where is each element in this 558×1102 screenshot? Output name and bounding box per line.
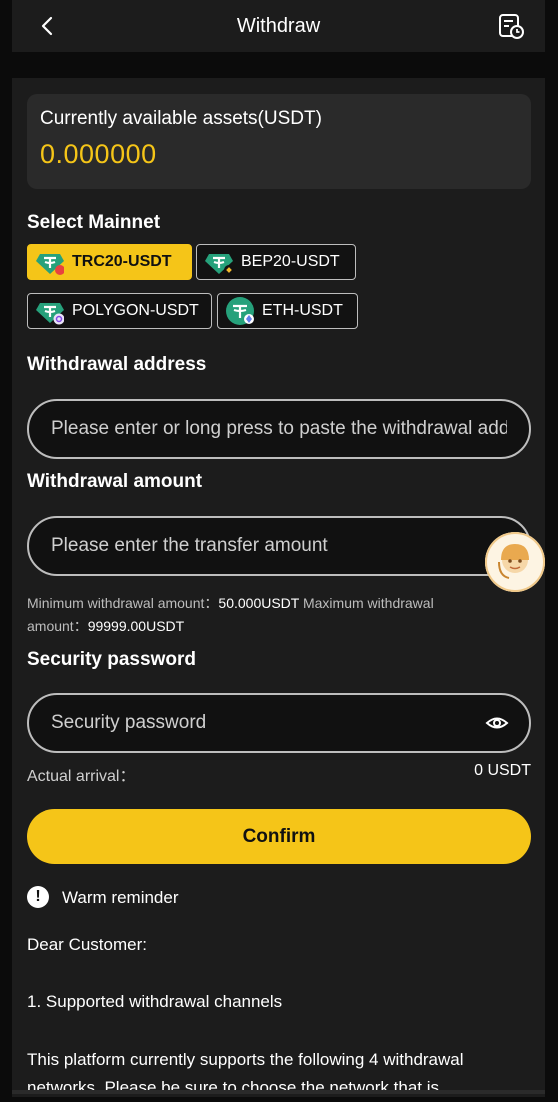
mainnet-label: POLYGON-USDT [72,302,199,319]
withdraw-history-button[interactable] [497,12,525,40]
amount-input[interactable] [49,534,509,558]
amount-field[interactable] [27,516,531,576]
confirm-button[interactable]: Confirm [27,809,531,864]
password-field[interactable] [27,693,531,753]
address-field[interactable] [27,399,531,459]
assets-label: Currently available assets(USDT) [40,108,322,129]
reminder-item-1: 1. Supported withdrawal channels [27,992,283,1011]
eye-icon[interactable] [485,711,509,735]
document-clock-icon [499,14,524,39]
assets-value: 0.000000 [40,139,157,169]
chevron-left-icon [41,16,53,36]
customer-service-avatar[interactable] [485,532,545,592]
arrival-label: Actual arrival： [27,768,136,785]
arrival-value: 0 USDT [474,762,531,779]
assets-card: Currently available assets(USDT) 0.00000… [27,94,531,189]
password-input[interactable] [49,711,485,735]
tether-eth-icon [226,297,254,325]
mainnet-label: BEP20-USDT [241,253,340,270]
max-value: 99999.00USDT [87,618,185,634]
exclamation-icon: ! [27,886,49,908]
address-title: Withdrawal address [27,354,207,375]
min-label: Minimum withdrawal amount： [27,595,219,611]
mainnet-option-polygon[interactable]: POLYGON-USDT [27,293,212,329]
withdrawal-limits: Minimum withdrawal amount：50.000USDT Max… [27,592,497,638]
tether-bep20-icon [205,254,233,275]
reminder-greeting: Dear Customer: [27,935,147,954]
mainnet-option-eth[interactable]: ETH-USDT [217,293,358,329]
reminder-title: Warm reminder [62,888,179,907]
amount-title: Withdrawal amount [27,471,203,492]
mainnet-option-trc20[interactable]: TRC20-USDT [27,244,192,280]
mainnet-title: Select Mainnet [27,212,161,233]
page-title: Withdraw [236,14,321,37]
tether-polygon-icon [36,303,64,325]
tether-trc20-icon [36,254,64,275]
password-title: Security password [27,649,196,670]
back-button[interactable] [36,14,60,38]
scrollbar[interactable] [12,1090,545,1094]
mainnet-option-bep20[interactable]: BEP20-USDT [196,244,356,280]
mainnet-label: TRC20-USDT [72,253,172,270]
min-value: 50.000USDT [218,595,300,611]
mainnet-label: ETH-USDT [262,302,343,319]
top-bar: Withdraw [12,0,545,52]
address-input[interactable] [49,417,509,441]
